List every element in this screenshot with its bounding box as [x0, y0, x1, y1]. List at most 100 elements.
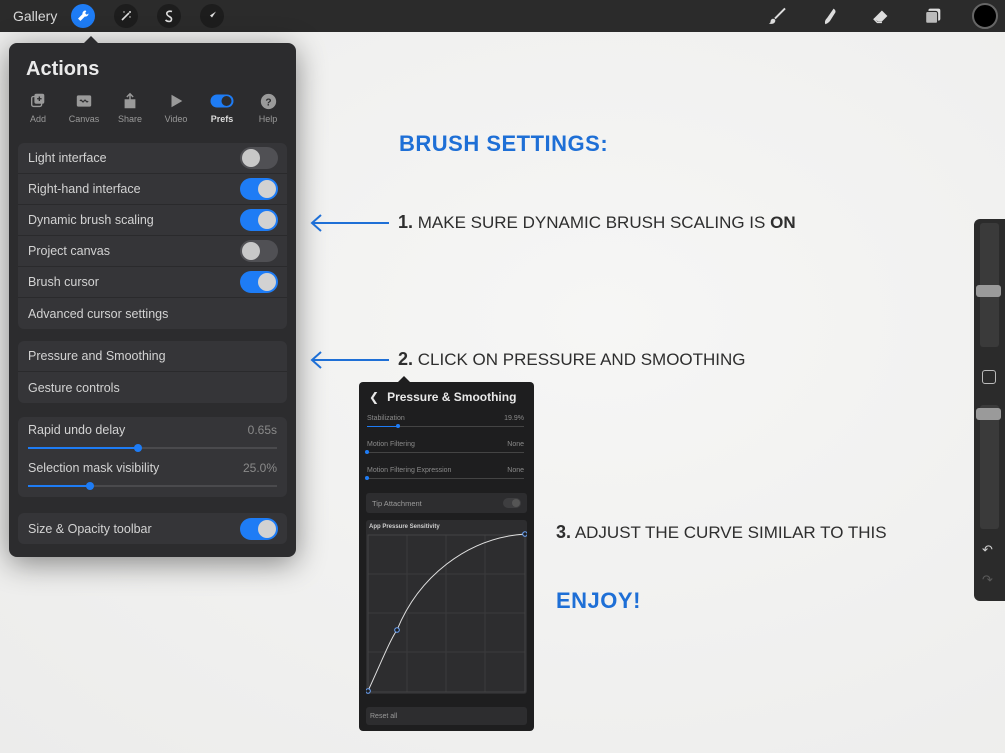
- setting-value: None: [507, 441, 524, 448]
- light-interface-row[interactable]: Light interface: [18, 143, 287, 174]
- curve-point[interactable]: [366, 688, 371, 694]
- controls-group: Pressure and Smoothing Gesture controls: [18, 341, 287, 403]
- setting-label: Tip Attachment: [372, 498, 422, 508]
- help-icon: ?: [245, 91, 291, 111]
- tab-label: Canvas: [68, 114, 100, 124]
- step-emphasis: ON: [770, 213, 796, 232]
- step-text: MAKE SURE DYNAMIC BRUSH SCALING IS: [417, 213, 766, 232]
- rapid-undo-delay-row: Rapid undo delay 0.65s: [18, 417, 287, 455]
- curve-point[interactable]: [522, 531, 527, 537]
- advanced-cursor-settings-row[interactable]: Advanced cursor settings: [18, 298, 287, 329]
- right-sidebar: ↶ ↷: [974, 219, 1005, 601]
- pressure-smoothing-panel: ❮ Pressure & Smoothing Stabilization 19.9…: [359, 376, 534, 731]
- brush-icon[interactable]: [763, 2, 791, 30]
- tab-canvas[interactable]: Canvas: [61, 91, 107, 124]
- selection-icon[interactable]: [157, 4, 182, 28]
- step-1: 1. MAKE SURE DYNAMIC BRUSH SCALING IS ON: [398, 212, 796, 233]
- dynamic-brush-scaling-row[interactable]: Dynamic brush scaling: [18, 205, 287, 236]
- top-toolbar: Gallery: [0, 0, 1005, 32]
- row-label: Size & Opacity toolbar: [28, 521, 152, 536]
- row-label: Pressure and Smoothing: [28, 349, 166, 363]
- row-label: Rapid undo delay: [28, 423, 126, 437]
- panel-title: Pressure & Smoothing: [387, 390, 517, 404]
- magic-wand-icon[interactable]: [114, 4, 139, 28]
- actions-panel: Actions Add Canvas Share Video Prefs ? H…: [9, 36, 296, 557]
- undo-icon[interactable]: ↶: [982, 542, 993, 558]
- size-opacity-toolbar-row[interactable]: Size & Opacity toolbar: [18, 513, 287, 544]
- selection-mask-visibility-row: Selection mask visibility 25.0%: [18, 455, 287, 493]
- tab-share[interactable]: Share: [107, 91, 153, 124]
- gallery-button[interactable]: Gallery: [13, 8, 57, 24]
- project-canvas-toggle[interactable]: [240, 240, 278, 262]
- back-chevron-icon[interactable]: ❮: [369, 390, 379, 404]
- dynamic-brush-scaling-toggle[interactable]: [240, 209, 278, 231]
- brush-cursor-row[interactable]: Brush cursor: [18, 267, 287, 298]
- pressure-curve-editor[interactable]: App Pressure Sensitivity: [366, 520, 527, 694]
- tab-add[interactable]: Add: [15, 91, 61, 124]
- brush-size-handle[interactable]: [976, 285, 1001, 297]
- arrow-left-icon: [310, 214, 389, 232]
- pressure-and-smoothing-row[interactable]: Pressure and Smoothing: [18, 341, 287, 372]
- row-label: Light interface: [28, 151, 107, 165]
- layers-icon[interactable]: [919, 2, 947, 30]
- setting-label: Motion Filtering Expression: [367, 467, 452, 474]
- share-icon: [107, 91, 153, 111]
- tab-label: Add: [29, 114, 46, 124]
- actions-title: Actions: [26, 58, 100, 80]
- tab-prefs[interactable]: Prefs: [199, 91, 245, 124]
- tab-label: Share: [117, 114, 143, 124]
- row-label: Right-hand interface: [28, 182, 141, 196]
- row-label: Project canvas: [28, 244, 110, 258]
- row-label: Advanced cursor settings: [28, 306, 169, 321]
- stabilization-setting[interactable]: Stabilization 19.9%: [367, 415, 524, 428]
- wrench-icon[interactable]: [71, 4, 96, 28]
- project-canvas-row[interactable]: Project canvas: [18, 236, 287, 267]
- selection-mask-slider[interactable]: [28, 482, 277, 490]
- selection-mask-value: 25.0%: [242, 461, 277, 475]
- add-icon: [15, 91, 61, 111]
- tab-label: Prefs: [210, 114, 234, 124]
- pressure-curve-graph[interactable]: [366, 520, 527, 694]
- actions-tabs: Add Canvas Share Video Prefs ? Help: [15, 91, 291, 124]
- toolbar-group: Size & Opacity toolbar: [18, 513, 287, 544]
- curve-point[interactable]: [394, 627, 400, 633]
- modify-button-icon[interactable]: [982, 370, 996, 384]
- light-interface-toggle[interactable]: [240, 147, 278, 169]
- svg-text:?: ?: [265, 97, 271, 108]
- video-icon: [153, 91, 199, 111]
- tip-attachment-row[interactable]: Tip Attachment: [366, 493, 527, 513]
- rapid-undo-slider[interactable]: [28, 444, 277, 452]
- setting-label: Motion Filtering: [367, 441, 415, 448]
- tab-label: Video: [164, 114, 188, 124]
- brush-settings-heading: BRUSH SETTINGS:: [399, 131, 609, 156]
- tab-help[interactable]: ? Help: [245, 91, 291, 124]
- step-text: ADJUST THE CURVE SIMILAR TO THIS: [574, 523, 887, 542]
- reset-all-button[interactable]: Reset all: [366, 707, 527, 725]
- transform-icon[interactable]: [200, 4, 225, 28]
- tab-label: Help: [258, 114, 278, 124]
- eraser-icon[interactable]: [867, 2, 895, 30]
- brush-cursor-toggle[interactable]: [240, 271, 278, 293]
- color-icon[interactable]: [971, 2, 999, 30]
- step-number: 2.: [398, 349, 414, 369]
- right-hand-interface-toggle[interactable]: [240, 178, 278, 200]
- gesture-controls-row[interactable]: Gesture controls: [18, 372, 287, 403]
- step-text: CLICK ON PRESSURE AND SMOOTHING: [417, 350, 746, 369]
- tip-attachment-toggle[interactable]: [503, 498, 521, 508]
- row-label: Selection mask visibility: [28, 461, 160, 475]
- redo-icon[interactable]: ↷: [982, 572, 993, 588]
- setting-label: Stabilization: [367, 415, 405, 422]
- canvas-icon: [61, 91, 107, 111]
- tab-video[interactable]: Video: [153, 91, 199, 124]
- opacity-slider[interactable]: [980, 405, 999, 529]
- opacity-handle[interactable]: [976, 408, 1001, 420]
- right-hand-interface-row[interactable]: Right-hand interface: [18, 174, 287, 205]
- size-opacity-toolbar-toggle[interactable]: [240, 517, 278, 540]
- motion-filtering-setting[interactable]: Motion Filtering None: [365, 441, 524, 454]
- smudge-icon[interactable]: [815, 2, 843, 30]
- step-number: 1.: [398, 212, 414, 232]
- arrow-left-icon: [310, 351, 389, 369]
- motion-filtering-expression-setting[interactable]: Motion Filtering Expression None: [365, 467, 524, 480]
- step-number: 3.: [556, 522, 572, 542]
- setting-value: None: [507, 467, 524, 474]
